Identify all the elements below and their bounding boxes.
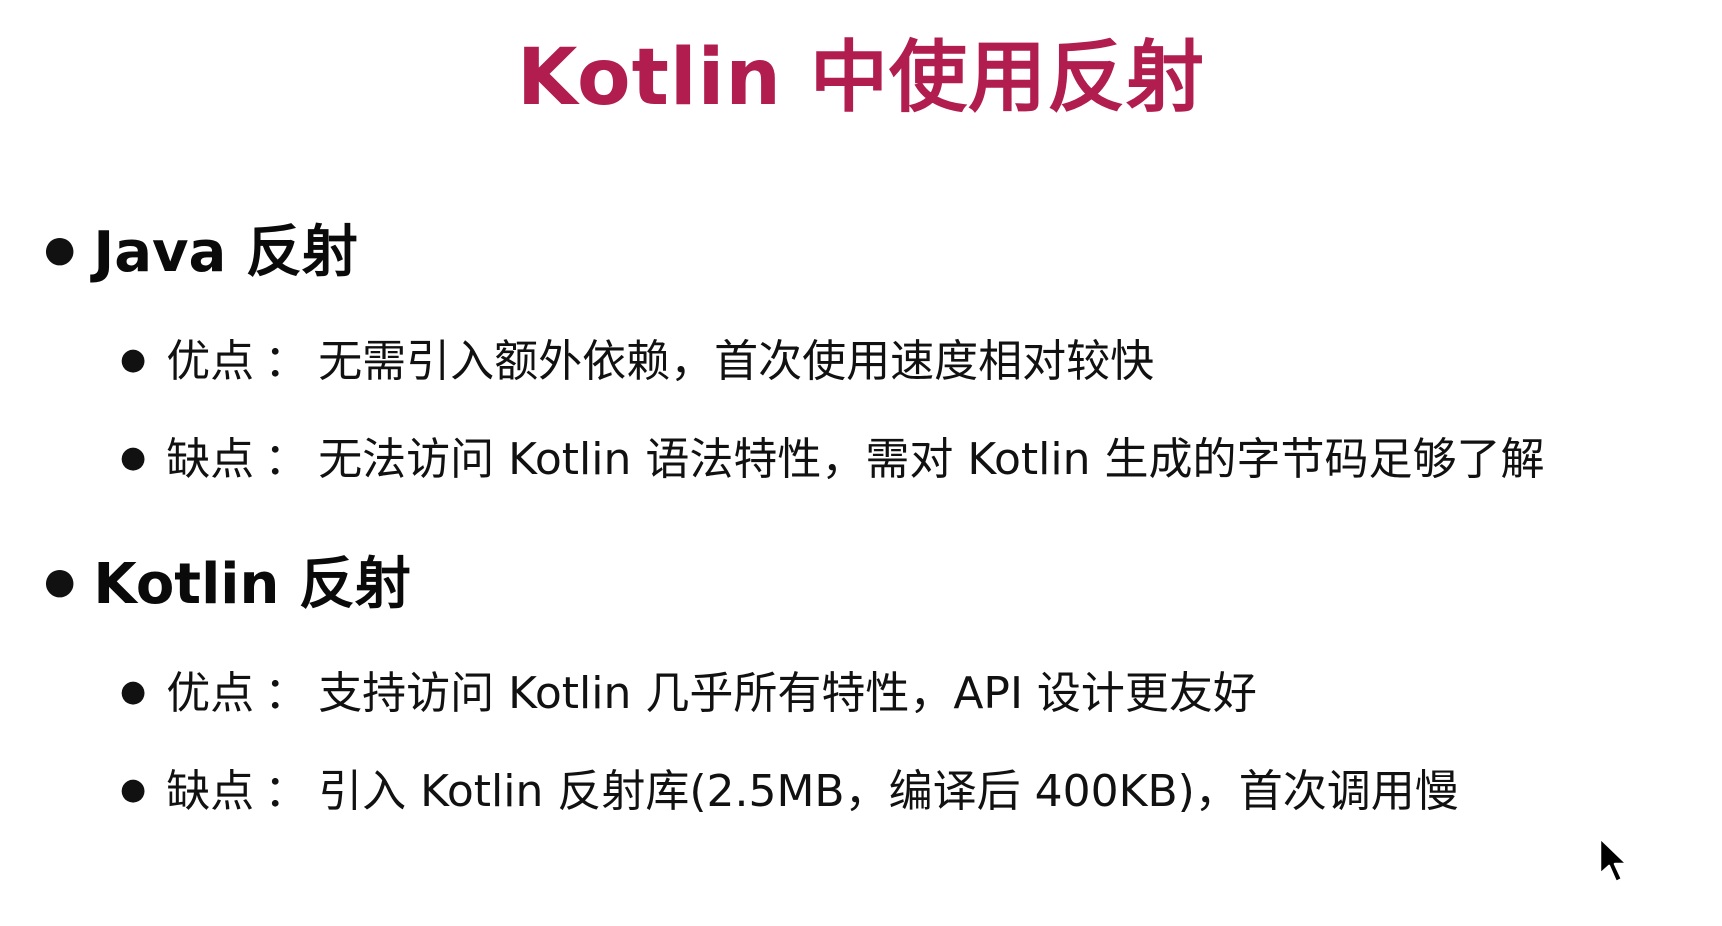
list-item-kotlin-pros: ● 优点：支持访问 Kotlin 几乎所有特性，API 设计更友好 (120, 666, 1257, 724)
item-separator: ： (264, 766, 309, 817)
item-text: 无法访问 Kotlin 语法特性，需对 Kotlin 生成的字节码足够了解 (318, 434, 1545, 485)
list-item-kotlin-cons: ● 缺点：引入 Kotlin 反射库(2.5MB，编译后 400KB)，首次调用慢 (120, 764, 1459, 822)
section-heading-kotlin: ● Kotlin 反射 (44, 550, 411, 623)
section-heading-text: Kotlin 反射 (93, 552, 411, 617)
item-label: 优点 (166, 336, 255, 387)
section-heading-java: ● Java 反射 (44, 218, 358, 291)
item-text: 支持访问 Kotlin 几乎所有特性，API 设计更友好 (318, 668, 1257, 719)
mouse-pointer-icon (1598, 836, 1629, 884)
bullet-dot-icon: ● (120, 440, 147, 475)
list-item-java-cons: ● 缺点：无法访问 Kotlin 语法特性，需对 Kotlin 生成的字节码足够了… (120, 432, 1544, 490)
item-label: 缺点 (166, 434, 255, 485)
item-separator: ： (264, 668, 309, 719)
item-separator: ： (264, 434, 309, 485)
bullet-dot-icon: ● (120, 772, 147, 807)
bullet-dot-icon: ● (120, 342, 147, 377)
section-heading-text: Java 反射 (93, 220, 358, 285)
item-separator: ： (264, 336, 309, 387)
slide-title: Kotlin 中使用反射 (516, 33, 1206, 123)
item-label: 缺点 (166, 766, 255, 817)
slide: Kotlin 中使用反射 ● Java 反射 ● 优点：无需引入额外依赖，首次使用速… (0, 0, 1722, 926)
item-text: 无需引入额外依赖，首次使用速度相对较快 (318, 336, 1155, 387)
bullet-dot-icon: ● (120, 674, 147, 709)
item-label: 优点 (166, 668, 255, 719)
bullet-dot-icon: ● (44, 228, 76, 270)
list-item-java-pros: ● 优点：无需引入额外依赖，首次使用速度相对较快 (120, 334, 1154, 392)
bullet-dot-icon: ● (44, 560, 76, 602)
item-text: 引入 Kotlin 反射库(2.5MB，编译后 400KB)，首次调用慢 (318, 766, 1459, 817)
